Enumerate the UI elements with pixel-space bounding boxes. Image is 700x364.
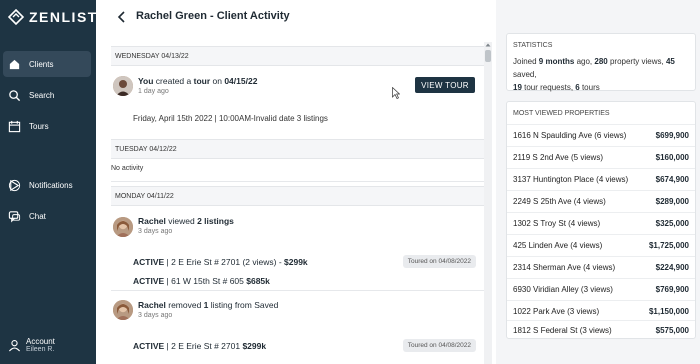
property-row[interactable]: 425 Linden Ave (4 views) $1,725,000 (507, 234, 695, 256)
avatar (113, 300, 133, 320)
scrollbar[interactable] (484, 42, 492, 364)
toured-badge: Toured on 04/08/2022 (402, 255, 476, 268)
property-address: 2314 Sherman Ave (4 views) (513, 263, 616, 272)
chat-icon (8, 210, 21, 222)
listing-link[interactable]: ACTIVE | 2 E Erie St # 2701 (2 views) - … (133, 257, 308, 267)
property-price: $674,900 (655, 175, 689, 184)
property-address: 1616 N Spaulding Ave (6 views) (513, 131, 627, 140)
property-address: 2119 S 2nd Ave (5 views) (513, 153, 603, 162)
property-row[interactable]: 6930 Viridian Alley (3 views) $769,900 (507, 278, 695, 300)
property-row[interactable]: 3137 Huntington Place (4 views) $674,900 (507, 168, 695, 190)
activity-time: 3 days ago (138, 312, 173, 319)
property-row[interactable]: 2314 Sherman Ave (4 views) $224,900 (507, 256, 695, 278)
divider (111, 290, 484, 291)
sidebar: ZENLIST Clients Search Tours Notificatio… (0, 0, 96, 364)
logo[interactable]: ZENLIST (8, 9, 98, 25)
page-title: Rachel Green - Client Activity (136, 10, 290, 22)
activity-text: Rachel viewed 2 listings (138, 216, 234, 226)
sidebar-item-label: Tours (29, 121, 49, 131)
listing-link[interactable]: ACTIVE | 2 E Erie St # 2701 $299k (133, 341, 266, 351)
sidebar-item-chat[interactable]: Chat (3, 203, 91, 229)
brand-name: ZENLIST (29, 9, 98, 25)
bell-icon (8, 179, 21, 191)
property-price: $699,900 (655, 131, 689, 140)
search-icon (9, 89, 21, 101)
property-row[interactable]: 2249 S 25th Ave (4 views) $289,000 (507, 190, 695, 212)
scroll-thumb[interactable] (485, 50, 491, 62)
most-viewed-panel: MOST VIEWED PROPERTIES 1616 N Spaulding … (506, 101, 696, 339)
activity-main: Rachel Green - Client Activity WEDNESDAY… (96, 0, 496, 364)
listing-link[interactable]: ACTIVE | 61 W 15th St # 605 $685k (133, 276, 270, 286)
property-address: 2249 S 25th Ave (4 views) (513, 197, 606, 206)
tour-detail: Friday, April 15th 2022 | 10:00AM-Invali… (133, 114, 328, 123)
avatar (113, 217, 133, 237)
property-price: $325,000 (655, 219, 689, 228)
most-viewed-title: MOST VIEWED PROPERTIES (513, 110, 610, 117)
property-price: $1,725,000 (648, 241, 689, 250)
property-price: $769,900 (655, 285, 689, 294)
avatar-image (113, 300, 133, 320)
property-row[interactable]: 1302 S Troy St (4 views) $325,000 (507, 212, 695, 234)
sidebar-item-label: Chat (29, 211, 46, 221)
divider (111, 181, 484, 182)
no-activity-text: No activity (111, 165, 144, 172)
sidebar-item-clients[interactable]: Clients (3, 51, 91, 77)
property-price: $289,000 (655, 197, 689, 206)
property-address: 6930 Viridian Alley (3 views) (513, 285, 613, 294)
property-row[interactable]: 2119 S 2nd Ave (5 views) $160,000 (507, 146, 695, 168)
property-price: $575,000 (655, 326, 689, 335)
view-tour-button[interactable]: VIEW TOUR (415, 77, 475, 93)
property-address: 1302 S Troy St (4 views) (513, 219, 601, 228)
calendar-icon (8, 120, 21, 132)
scroll-up-icon[interactable] (485, 42, 491, 48)
page-header: Rachel Green - Client Activity (96, 0, 496, 34)
property-row[interactable]: 1812 S Federal St (3 views) $575,000 (507, 320, 695, 340)
property-price: $1,150,000 (648, 307, 689, 316)
sidebar-item-label: Notifications (29, 180, 73, 190)
day-header: WEDNESDAY 04/13/22 (111, 46, 484, 66)
account-label: Account (26, 337, 55, 346)
home-icon (9, 59, 20, 69)
sidebar-item-search[interactable]: Search (3, 82, 91, 108)
sidebar-item-tours[interactable]: Tours (3, 113, 91, 139)
property-price: $224,900 (655, 263, 689, 272)
chevron-left-icon[interactable] (116, 10, 128, 24)
property-row[interactable]: 1022 Park Ave (3 views) $1,150,000 (507, 300, 695, 322)
avatar (113, 76, 133, 96)
property-address: 3137 Huntington Place (4 views) (513, 175, 629, 184)
activity-time: 1 day ago (138, 88, 169, 95)
sidebar-item-label: Search (29, 90, 55, 100)
activity-feed: WEDNESDAY 04/13/22 You created a tour on… (111, 42, 484, 364)
toured-badge: Toured on 04/08/2022 (402, 339, 476, 352)
property-row[interactable]: 1616 N Spaulding Ave (6 views) $699,900 (507, 124, 695, 146)
activity-text: Rachel removed 1 listing from Saved (138, 300, 279, 310)
sidebar-item-label: Clients (29, 59, 54, 69)
activity-time: 3 days ago (138, 228, 173, 235)
statistics-title: STATISTICS (513, 42, 553, 49)
day-header: TUESDAY 04/12/22 (111, 139, 484, 159)
account-name: Eileen R. (26, 346, 55, 353)
statistics-panel: STATISTICS Joined 9 months ago, 280 prop… (506, 33, 696, 92)
avatar-image (113, 76, 133, 96)
account-menu[interactable]: Account Eileen R. (8, 337, 55, 353)
mouse-cursor-icon (392, 87, 400, 99)
user-icon (8, 339, 21, 351)
activity-text: You created a tour on 04/15/22 (138, 76, 258, 86)
property-address: 1022 Park Ave (3 views) (513, 307, 600, 316)
zenlist-logo-icon (8, 9, 24, 25)
avatar-image (113, 217, 133, 237)
statistics-summary: Joined 9 months ago, 280 property views,… (513, 57, 675, 92)
day-header: MONDAY 04/11/22 (111, 186, 484, 206)
property-address: 1812 S Federal St (3 views) (513, 326, 612, 335)
sidebar-item-notifications[interactable]: Notifications (3, 172, 91, 198)
property-address: 425 Linden Ave (4 views) (513, 241, 603, 250)
property-price: $160,000 (655, 153, 689, 162)
